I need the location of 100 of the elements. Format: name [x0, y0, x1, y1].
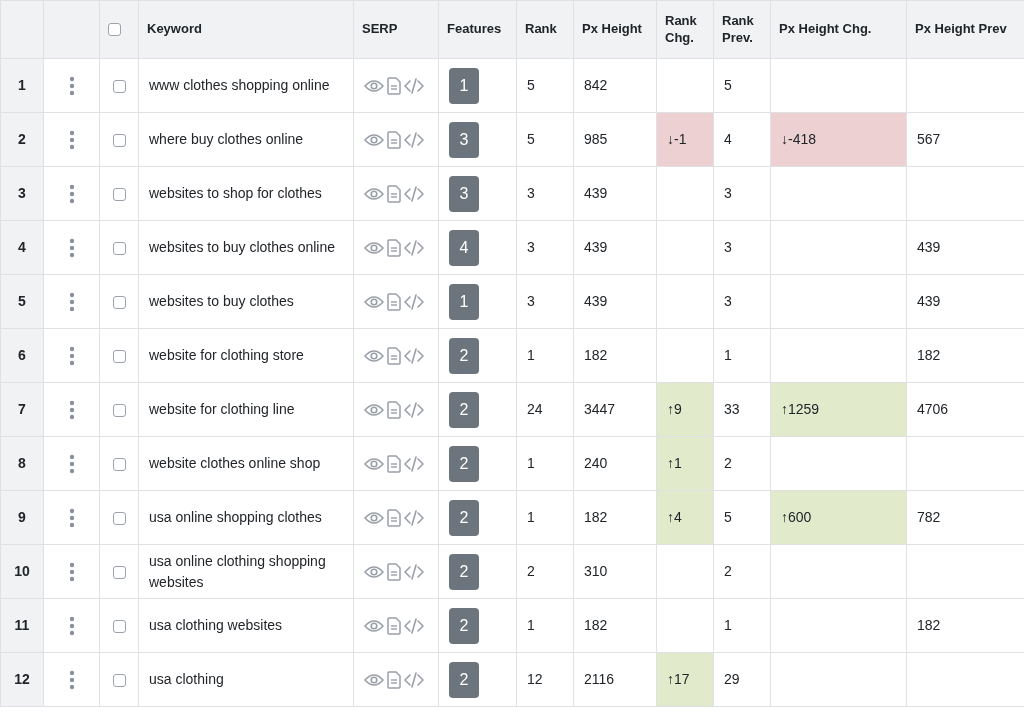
more-icon[interactable] [68, 399, 75, 420]
row-number: 10 [14, 563, 30, 580]
document-icon[interactable] [387, 670, 401, 689]
checkbox[interactable] [112, 674, 126, 688]
feature-count[interactable]: 2 [449, 337, 479, 374]
code-icon[interactable] [404, 509, 424, 526]
code-icon[interactable] [404, 617, 424, 634]
keyword-text: website for clothing line [149, 401, 295, 418]
checkbox[interactable] [112, 80, 126, 94]
more-icon[interactable] [68, 507, 75, 528]
keyword-text: where buy clothes online [149, 131, 304, 148]
more-icon[interactable] [68, 561, 75, 582]
document-icon[interactable] [387, 184, 401, 203]
code-icon[interactable] [404, 347, 424, 364]
eye-icon[interactable] [364, 240, 384, 255]
checkbox[interactable] [112, 458, 126, 472]
change-cell: ↑17 [656, 652, 714, 707]
feature-count[interactable]: 2 [449, 661, 479, 698]
document-icon[interactable] [387, 508, 401, 527]
feature-count[interactable]: 1 [449, 283, 479, 320]
code-icon[interactable] [404, 671, 424, 688]
feature-count[interactable]: 4 [449, 229, 479, 266]
more-icon[interactable] [68, 345, 75, 366]
row-number: 9 [18, 509, 26, 526]
more-icon[interactable] [68, 291, 75, 312]
document-icon[interactable] [387, 616, 401, 635]
checkbox[interactable] [112, 134, 126, 148]
more-icon[interactable] [68, 669, 75, 690]
feature-count[interactable]: 2 [449, 391, 479, 428]
row-number: 1 [18, 77, 26, 94]
change-cell: ↑1 [656, 436, 714, 491]
keyword-text: usa online shopping clothes [149, 509, 322, 526]
keyword-text: website clothes online shop [149, 455, 321, 472]
eye-icon[interactable] [364, 132, 384, 147]
feature-count[interactable]: 3 [449, 121, 479, 158]
feature-count[interactable]: 1 [449, 67, 479, 104]
more-icon[interactable] [68, 183, 75, 204]
code-icon[interactable] [404, 401, 424, 418]
code-icon[interactable] [404, 77, 424, 94]
document-icon[interactable] [387, 292, 401, 311]
document-icon[interactable] [387, 454, 401, 473]
checkbox[interactable] [112, 404, 126, 418]
document-icon[interactable] [387, 562, 401, 581]
eye-icon[interactable] [364, 672, 384, 687]
height-text: 182 [584, 509, 608, 526]
checkbox[interactable] [112, 512, 126, 526]
keyword-text: website for clothing store [149, 347, 304, 364]
change-cell: ↑4 [656, 490, 714, 545]
document-icon[interactable] [387, 238, 401, 257]
feature-count[interactable]: 2 [449, 607, 479, 644]
checkbox[interactable] [112, 296, 126, 310]
feature-count[interactable]: 2 [449, 553, 479, 590]
rank-text: 3 [527, 185, 535, 202]
rank-text: 1 [527, 455, 535, 472]
eye-icon[interactable] [364, 348, 384, 363]
row-number: 3 [18, 185, 26, 202]
keyword-text: usa clothing websites [149, 617, 283, 634]
code-icon[interactable] [404, 563, 424, 580]
more-icon[interactable] [68, 237, 75, 258]
row-number: 6 [18, 347, 26, 364]
eye-icon[interactable] [364, 564, 384, 579]
code-icon[interactable] [404, 239, 424, 256]
more-icon[interactable] [68, 129, 75, 150]
document-icon[interactable] [387, 76, 401, 95]
code-icon[interactable] [404, 131, 424, 148]
eye-icon[interactable] [364, 456, 384, 471]
feature-count[interactable]: 2 [449, 499, 479, 536]
code-icon[interactable] [404, 293, 424, 310]
column-header[interactable]: Rank [525, 21, 565, 38]
row-number: 8 [18, 455, 26, 472]
checkbox[interactable] [112, 242, 126, 256]
code-icon[interactable] [404, 185, 424, 202]
feature-count[interactable]: 2 [449, 445, 479, 482]
keyword-text: www clothes shopping online [149, 77, 330, 94]
more-icon[interactable] [68, 615, 75, 636]
height-text: 3447 [584, 401, 616, 418]
checkbox[interactable] [112, 620, 126, 634]
checkbox[interactable] [112, 188, 126, 202]
document-icon[interactable] [387, 346, 401, 365]
feature-count[interactable]: 3 [449, 175, 479, 212]
checkbox[interactable] [108, 23, 121, 36]
row-number: 7 [18, 401, 26, 418]
change-cell: ↑9 [656, 382, 714, 437]
rank-text: 1 [724, 347, 732, 364]
checkbox[interactable] [112, 566, 126, 580]
eye-icon[interactable] [364, 402, 384, 417]
document-icon[interactable] [387, 130, 401, 149]
eye-icon[interactable] [364, 618, 384, 633]
code-icon[interactable] [404, 455, 424, 472]
more-icon[interactable] [68, 75, 75, 96]
eye-icon[interactable] [364, 186, 384, 201]
checkbox[interactable] [112, 350, 126, 364]
height-text: 439 [584, 239, 608, 256]
more-icon[interactable] [68, 453, 75, 474]
eye-icon[interactable] [364, 294, 384, 309]
document-icon[interactable] [387, 400, 401, 419]
eye-icon[interactable] [364, 78, 384, 93]
change-cell: ↓-418 [770, 112, 907, 167]
eye-icon[interactable] [364, 510, 384, 525]
rank-text: 1 [724, 617, 732, 634]
